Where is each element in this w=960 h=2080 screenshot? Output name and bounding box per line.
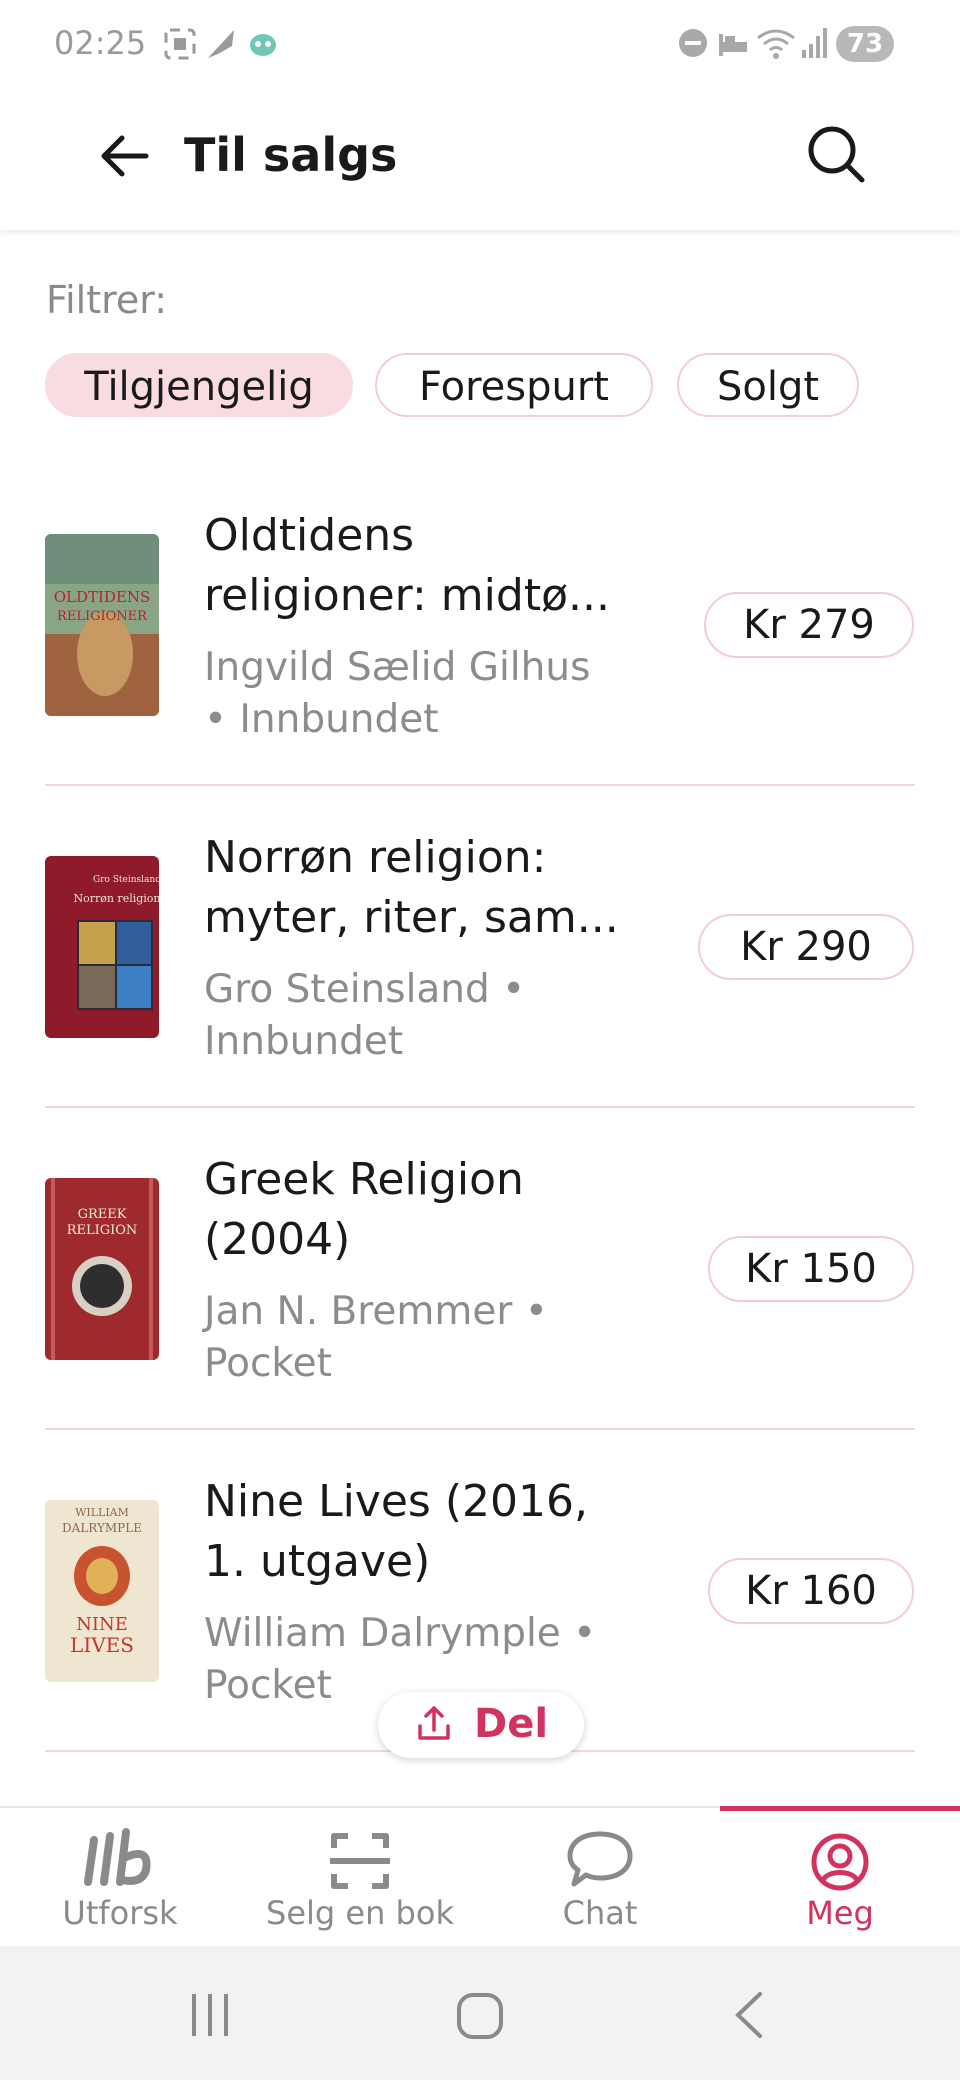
recent-apps-icon[interactable] [186,1990,236,2040]
filter-chip-tilgjengelig[interactable]: Tilgjengelig [45,353,353,417]
filter-label: Filtrer: [46,278,168,322]
price-badge: Kr 160 [708,1558,914,1624]
nav-me[interactable]: Meg [720,1806,960,1948]
battery-indicator: 73 [836,26,894,62]
scan-icon [330,1833,390,1889]
profile-icon [811,1833,869,1891]
price-badge: Kr 150 [708,1236,914,1302]
explore-icon [84,1828,151,1886]
nav-explore-label: Utforsk [62,1894,178,1932]
chat-icon [567,1831,633,1887]
book-cover: WILLIAM DALRYMPLE NINE LIVES [45,1500,159,1682]
svg-text:WILLIAM: WILLIAM [75,1506,129,1519]
system-navigation-bar [0,1946,960,2080]
book-cover: Gro Steinsland Norrøn religion [45,856,159,1038]
svg-text:DALRYMPLE: DALRYMPLE [62,1521,142,1535]
filter-chip-solgt[interactable]: Solgt [677,353,859,417]
cover-title: NINE [76,1614,128,1635]
status-time: 02:25 [54,24,147,62]
svg-text:RELIGION: RELIGION [67,1223,138,1238]
cover-title: GREEK [78,1207,127,1222]
price-badge: Kr 279 [704,592,914,658]
price-badge: Kr 290 [698,914,914,980]
svg-text:Gro Steinsland: Gro Steinsland [93,875,159,885]
home-icon[interactable] [454,1990,506,2042]
nav-chat-label: Chat [562,1894,638,1932]
nav-sell-book[interactable]: Selg en bok [240,1808,480,1948]
wifi-icon [757,29,795,59]
share-button[interactable]: Del [378,1692,584,1758]
active-tab-indicator [720,1806,960,1811]
book-meta: Gro Steinsland • Innbundet [204,967,526,1064]
screenshot-icon [164,28,196,60]
search-icon[interactable] [804,122,868,186]
listing-item[interactable]: OLDTIDENS RELIGIONER Oldtidens religione… [0,464,960,786]
nav-me-label: Meg [806,1894,874,1932]
svg-text:RELIGIONER: RELIGIONER [57,609,148,624]
cover-title: Norrøn religion [73,892,159,905]
listing-item[interactable]: GREEK RELIGION Greek Religion (2004) Jan… [0,1108,960,1430]
do-not-disturb-icon [679,29,707,57]
app-bar: Til salgs [0,92,960,230]
signal-icon [802,28,827,58]
page-title: Til salgs [184,128,398,182]
system-back-icon[interactable] [730,1990,770,2040]
nav-explore[interactable]: Utforsk [0,1808,240,1948]
feather-icon [208,30,234,58]
book-cover: OLDTIDENS RELIGIONER [45,534,159,716]
book-title: Nine Lives (2016, 1. utgave) [204,1476,588,1587]
back-arrow-icon[interactable] [96,128,152,184]
book-meta: Jan N. Bremmer • Pocket [204,1289,548,1386]
book-meta: Ingvild Sælid Gilhus • Innbundet [204,645,591,742]
listing-item[interactable]: Gro Steinsland Norrøn religion Norrøn re… [0,786,960,1108]
book-cover: GREEK RELIGION [45,1178,159,1360]
svg-text:LIVES: LIVES [70,1633,134,1657]
app-notification-icon [250,34,276,56]
nav-sell-book-label: Selg en bok [266,1894,454,1932]
book-title: Greek Religion (2004) [204,1154,524,1265]
bottom-navigation: Utforsk Selg en bok Chat Meg [0,1806,960,1948]
cover-title: OLDTIDENS [54,588,151,606]
status-bar: 02:25 73 [0,0,960,92]
book-title: Oldtidens religioner: midtø... [204,510,610,621]
sleep-mode-icon [719,34,747,56]
filter-chip-forespurt[interactable]: Forespurt [375,353,653,417]
nav-chat[interactable]: Chat [480,1808,720,1948]
share-label: Del [474,1701,549,1747]
book-title: Norrøn religion: myter, riter, sam... [204,832,619,943]
share-icon [418,1706,450,1740]
